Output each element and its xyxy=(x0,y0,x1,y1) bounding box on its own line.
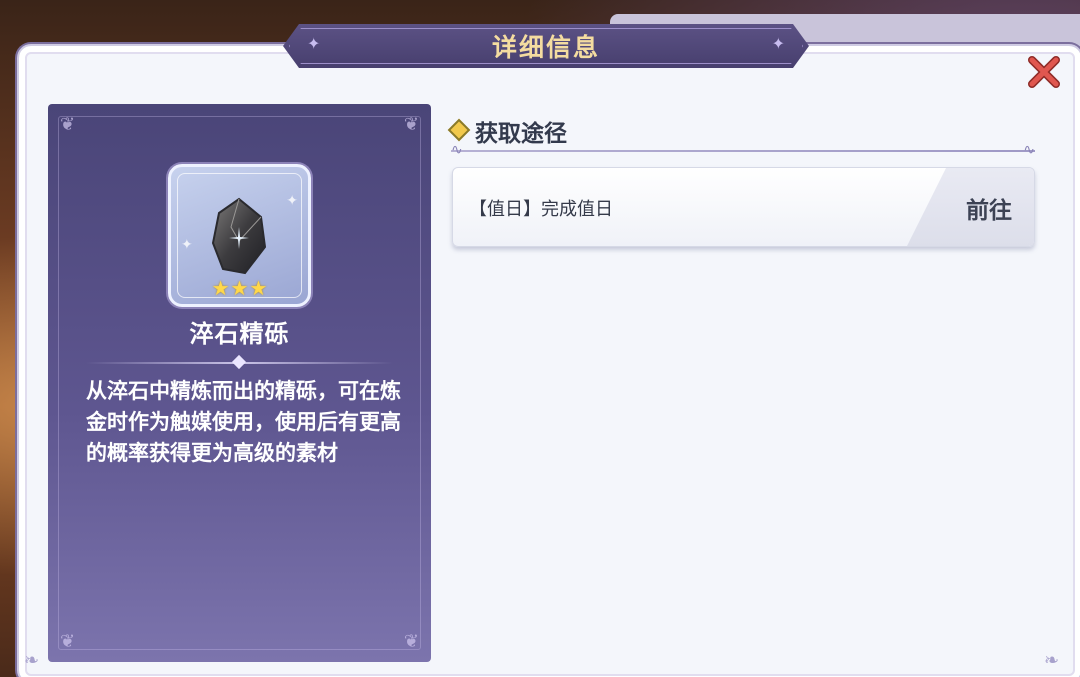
dialog-title-tab: ✦ 详细信息 ✦ xyxy=(283,24,809,68)
star-icon: ★ xyxy=(249,276,268,300)
curl-ornament-icon: ∿ xyxy=(1023,142,1035,158)
goto-button[interactable]: 前往 xyxy=(906,168,1034,246)
item-info-card: ❦ ❦ ❦ ❦ ✦ ✦ ★ ★ ★ 淬石精砾 从淬石中精炼而出的精砾，可在炼金时… xyxy=(48,104,431,662)
ornament-icon: ❦ xyxy=(60,114,76,135)
ornament-icon: ❧ xyxy=(24,650,40,671)
sparkle-icon: ✦ xyxy=(181,237,193,253)
source-label: 【值日】完成值日 xyxy=(469,199,613,220)
item-name: 淬石精砾 xyxy=(189,320,290,348)
item-description: 从淬石中精炼而出的精砾，可在炼金时作为触媒使用，使用后有更高的概率获得更为高级的… xyxy=(86,379,401,465)
acquire-section-header: 获取途径 ∿ ∿ xyxy=(447,114,1035,158)
dialog-title: 详细信息 xyxy=(491,33,600,62)
ornament-icon: ❦ xyxy=(60,631,76,652)
sparkle-icon: ✦ xyxy=(307,34,321,53)
close-button[interactable] xyxy=(1024,52,1064,92)
sparkle-icon: ✦ xyxy=(286,193,298,209)
curl-ornament-icon: ∿ xyxy=(451,142,463,158)
star-icon: ★ xyxy=(211,276,230,300)
goto-button-label: 前往 xyxy=(966,198,1012,224)
sparkle-icon: ✦ xyxy=(771,34,785,53)
star-icon: ★ xyxy=(230,276,249,300)
ornament-icon: ❦ xyxy=(403,114,419,135)
item-icon-frame: ✦ ✦ ★ ★ ★ xyxy=(168,164,311,307)
close-icon xyxy=(1028,56,1060,88)
rarity-stars: ★ ★ ★ xyxy=(171,278,308,298)
ornament-icon: ❦ xyxy=(403,631,419,652)
ornament-icon: ❧ xyxy=(1044,650,1060,671)
acquire-source-row[interactable]: 【值日】完成值日 前往 xyxy=(452,167,1035,247)
section-divider xyxy=(451,150,1035,152)
diamond-icon xyxy=(447,118,471,142)
rough-stone-icon xyxy=(211,197,267,275)
acquire-heading: 获取途径 xyxy=(475,121,567,147)
